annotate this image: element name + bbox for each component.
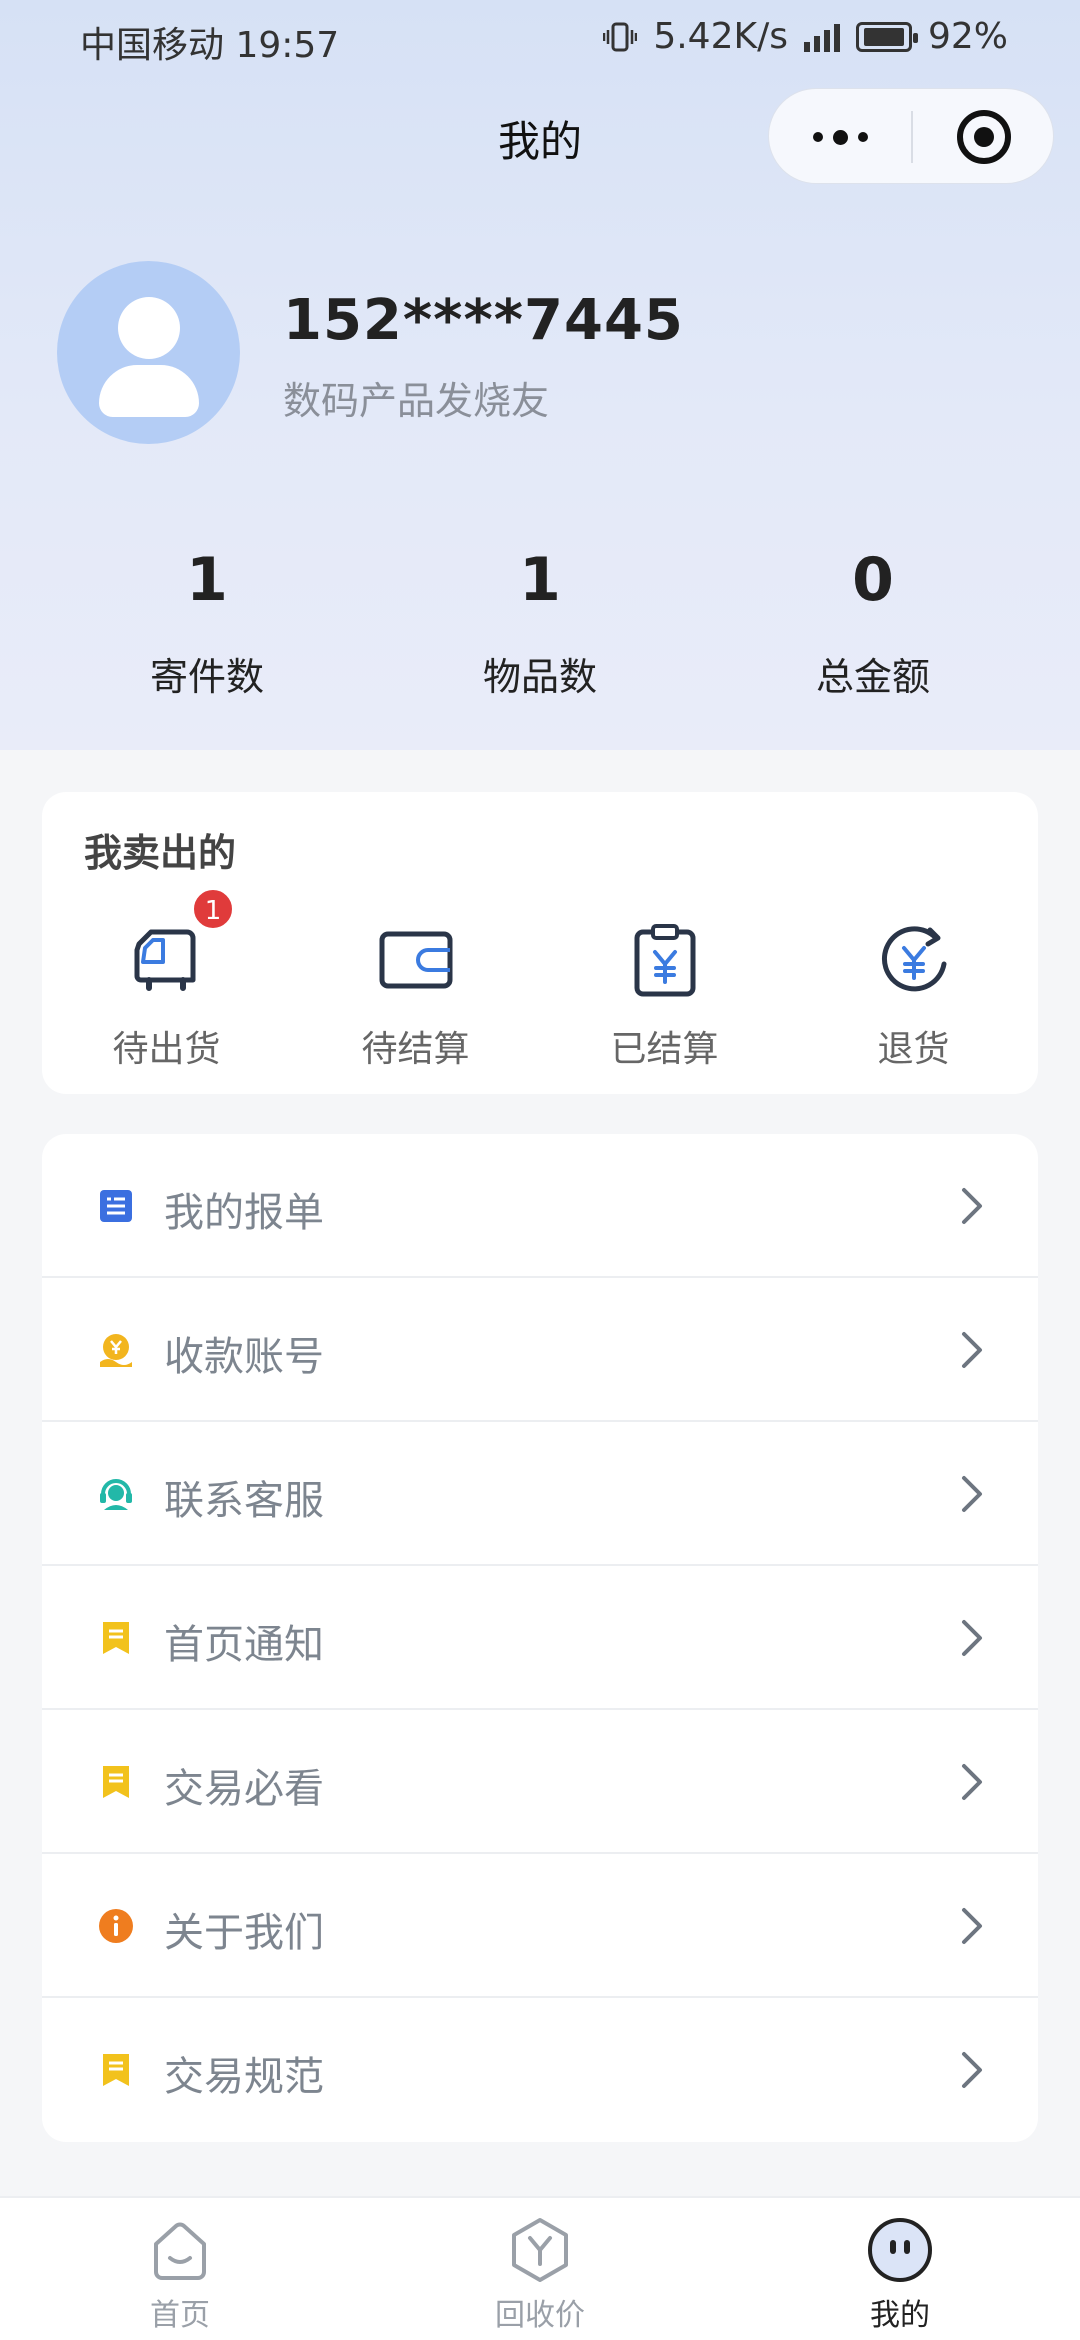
headset-icon — [100, 1479, 132, 1510]
info-icon — [99, 1909, 133, 1943]
user-avatar-icon[interactable] — [57, 261, 240, 444]
clipboard-yen-icon — [634, 924, 695, 997]
sold-items: 1 待出货 待结算 已结算 退货 — [42, 888, 1038, 1072]
menu-label: 关于我们 — [164, 1910, 324, 1956]
stat-label: 物品数 — [482, 655, 597, 699]
tab-mine[interactable]: 我的 — [800, 2198, 1000, 2334]
menu-list: 我的报单 收款账号 联系客服 首页通知 交易必看 关于我们 交易规范 — [42, 1134, 1038, 2142]
note-icon — [103, 2054, 129, 2086]
more-dots-icon[interactable] — [769, 89, 911, 185]
stat-value: 1 — [519, 545, 561, 615]
menu-trade-must-read[interactable]: 交易必看 — [42, 1710, 1038, 1854]
wallet-icon — [379, 931, 452, 989]
tab-label: 回收价 — [495, 2298, 585, 2333]
tab-home[interactable]: 首页 — [80, 2198, 280, 2334]
chevron-right-icon — [962, 1764, 982, 1800]
menu-label: 联系客服 — [164, 1478, 324, 1524]
chevron-right-icon — [962, 1476, 982, 1512]
notification-badge: 1 — [192, 888, 234, 930]
mini-program-capsule — [768, 88, 1054, 184]
sold-item-label: 退货 — [877, 1029, 950, 1070]
menu-home-notice[interactable]: 首页通知 — [42, 1566, 1038, 1710]
menu-label: 我的报单 — [164, 1190, 324, 1236]
yen-hand-icon — [100, 1334, 132, 1367]
chevron-right-icon — [962, 1332, 982, 1368]
home-face-icon — [154, 2222, 206, 2280]
sold-item-label: 待结算 — [361, 1029, 470, 1070]
sold-card: 我卖出的 1 待出货 待结算 已结算 退货 — [42, 792, 1038, 1094]
sold-pending-shipment[interactable]: 1 待出货 — [42, 888, 291, 1072]
menu-about-us[interactable]: 关于我们 — [42, 1854, 1038, 1998]
vibrate-icon — [603, 22, 638, 51]
chevron-right-icon — [962, 1908, 982, 1944]
stat-value: 1 — [186, 545, 228, 615]
signal-4g-icon — [803, 22, 840, 52]
stat-items[interactable]: 1 物品数 — [360, 540, 720, 701]
chevron-right-icon — [962, 2052, 982, 2088]
yen-hexagon-icon — [512, 2218, 568, 2282]
menu-payment-account[interactable]: 收款账号 — [42, 1278, 1038, 1422]
status-bar: 中国移动 19:57 5.42K/s 92% — [0, 0, 1080, 76]
menu-label: 收款账号 — [164, 1334, 324, 1380]
menu-my-quotes[interactable]: 我的报单 — [42, 1134, 1038, 1278]
stat-label: 总金额 — [815, 655, 930, 699]
note-icon — [103, 1766, 129, 1798]
chevron-right-icon — [962, 1620, 982, 1656]
tab-label: 首页 — [150, 2298, 210, 2333]
stat-total-amount[interactable]: 0 总金额 — [693, 540, 1053, 701]
menu-trade-rules[interactable]: 交易规范 — [42, 1998, 1038, 2142]
status-icons: 5.42K/s 92% — [603, 16, 1008, 57]
form-icon — [100, 1190, 132, 1222]
stats-row: 1 寄件数 1 物品数 0 总金额 — [0, 540, 1080, 701]
stat-value: 0 — [852, 545, 894, 615]
user-phone: 152****7445 — [283, 288, 684, 353]
sold-item-label: 待出货 — [112, 1029, 221, 1070]
sold-settled[interactable]: 已结算 — [540, 922, 789, 1072]
sold-pending-settlement[interactable]: 待结算 — [291, 922, 540, 1072]
battery-charging-icon — [855, 21, 918, 52]
stat-shipments[interactable]: 1 寄件数 — [27, 540, 387, 701]
note-icon — [103, 1622, 129, 1654]
close-target-icon[interactable] — [913, 89, 1055, 185]
user-tag: 数码产品发烧友 — [283, 379, 550, 423]
chevron-right-icon — [962, 1188, 982, 1224]
menu-customer-service[interactable]: 联系客服 — [42, 1422, 1038, 1566]
sold-title: 我卖出的 — [84, 831, 237, 875]
menu-label: 交易规范 — [164, 2054, 324, 2100]
sold-item-label: 已结算 — [610, 1029, 719, 1070]
menu-label: 首页通知 — [164, 1622, 324, 1668]
tab-bar: 首页 回收价 我的 — [0, 2196, 1080, 2340]
truck-icon — [134, 929, 195, 991]
sold-returns[interactable]: 退货 — [789, 922, 1038, 1072]
carrier-time: 中国移动 19:57 — [80, 25, 340, 66]
tab-label: 我的 — [870, 2298, 930, 2333]
mine-face-icon — [868, 2218, 932, 2282]
stat-label: 寄件数 — [149, 655, 264, 699]
menu-label: 交易必看 — [164, 1766, 324, 1812]
network-speed: 5.42K/s — [653, 16, 788, 57]
tab-recycle-price[interactable]: 回收价 — [440, 2198, 640, 2334]
yen-return-icon — [881, 926, 946, 992]
battery-level: 92% — [927, 16, 1008, 57]
